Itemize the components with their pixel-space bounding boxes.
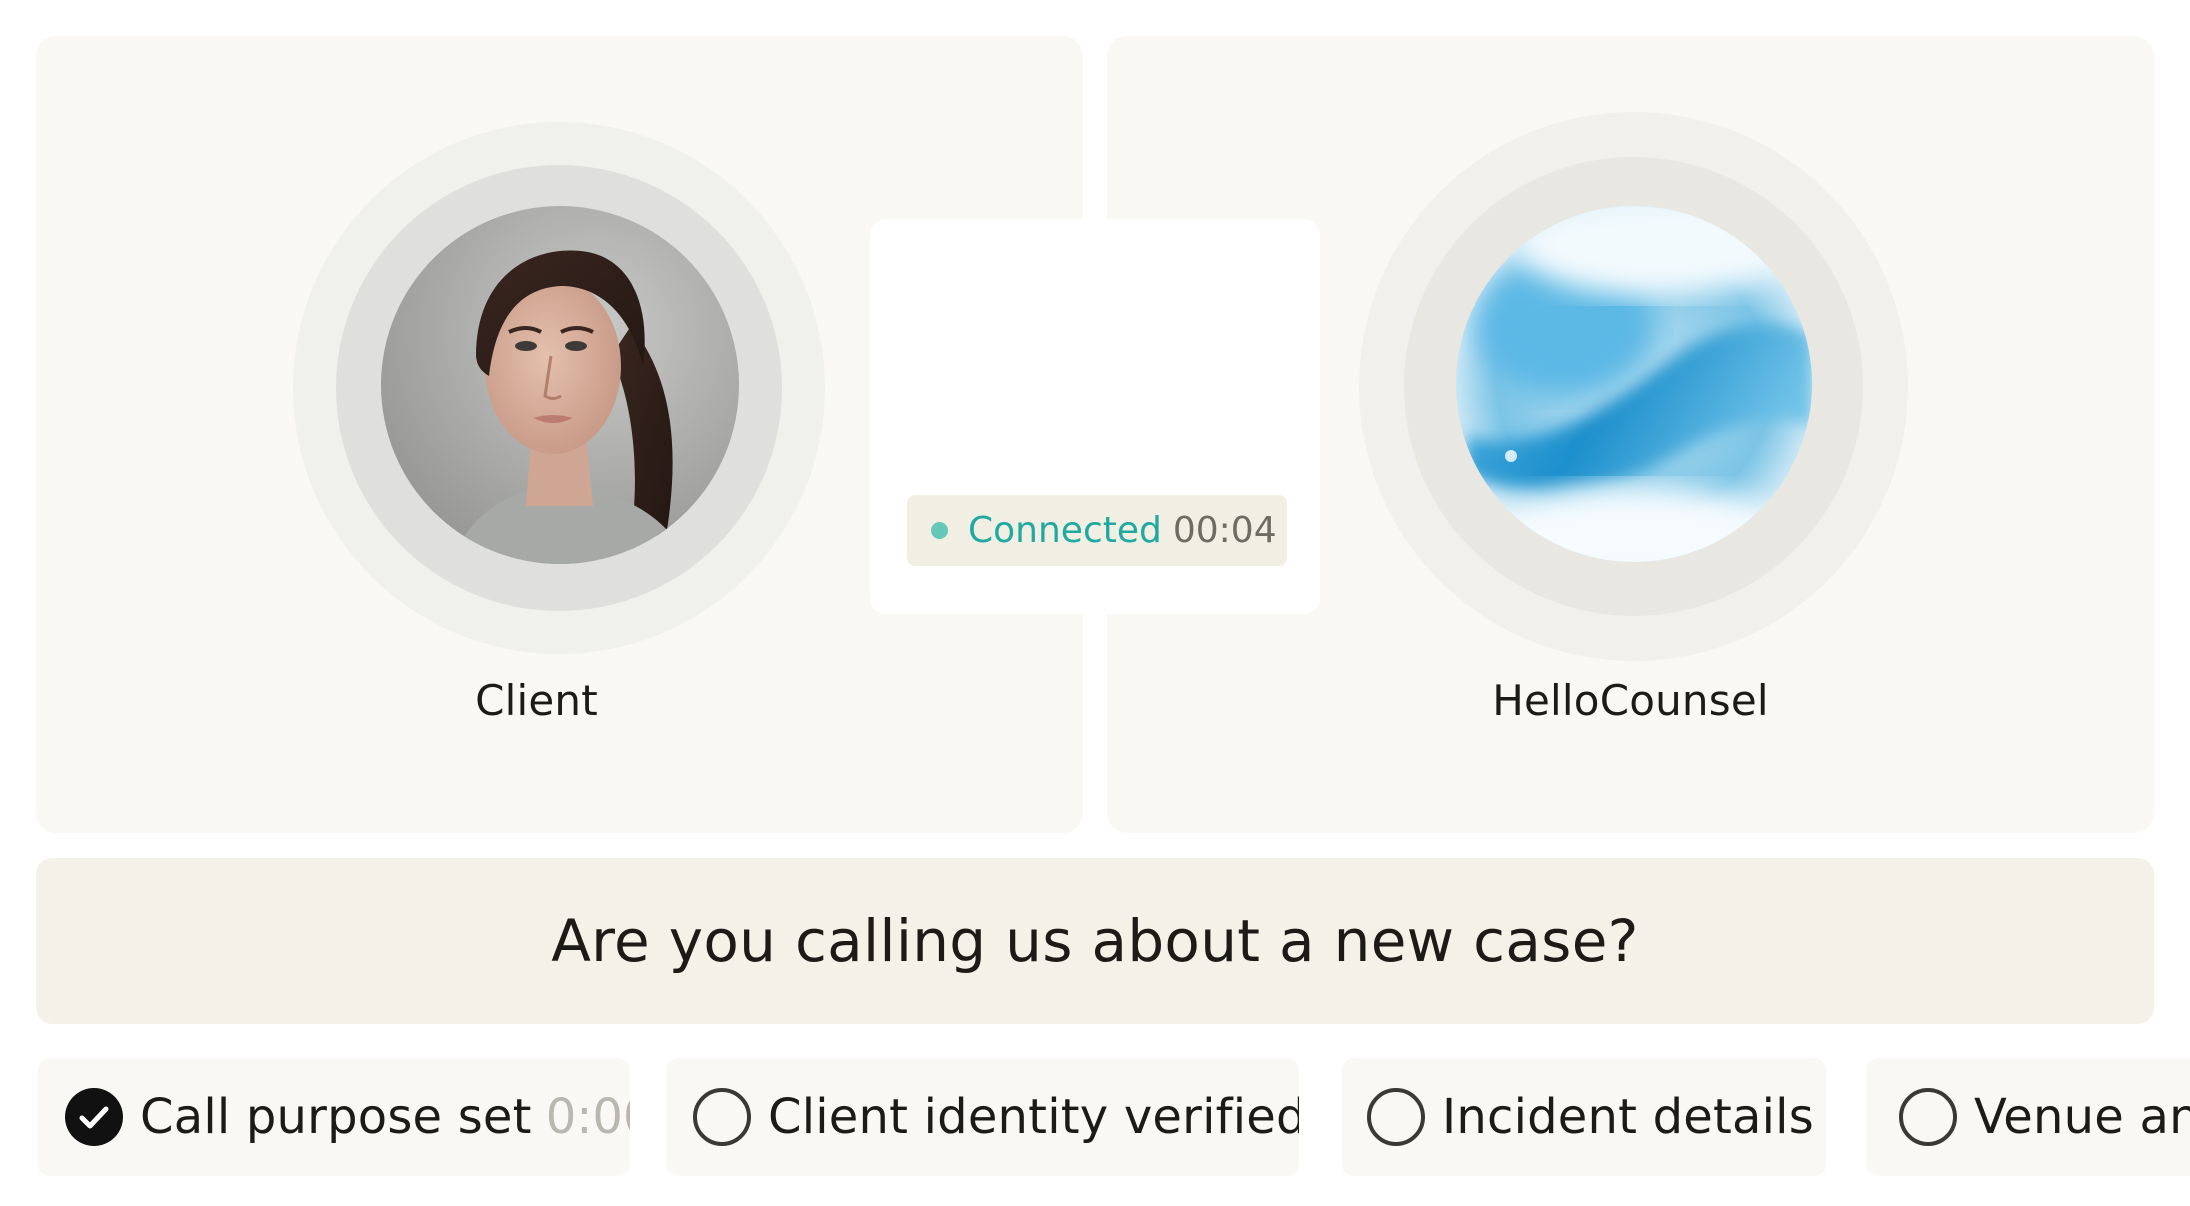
empty-circle-icon bbox=[1899, 1088, 1957, 1146]
connection-status-badge: Connected 00:04 bbox=[907, 495, 1287, 566]
check-circle-filled-icon bbox=[65, 1088, 123, 1146]
client-avatar bbox=[381, 206, 739, 564]
agent-name: HelloCounsel bbox=[1492, 676, 1769, 725]
checklist-item-client-identity[interactable]: Client identity verified bbox=[666, 1058, 1299, 1176]
status-dot-icon bbox=[931, 522, 948, 539]
empty-circle-icon bbox=[1367, 1088, 1425, 1146]
current-question-text: Are you calling us about a new case? bbox=[551, 907, 1639, 975]
connection-status-card: Connected 00:04 bbox=[870, 219, 1320, 614]
current-question-banner: Are you calling us about a new case? bbox=[36, 858, 2154, 1024]
checklist-item-venue[interactable]: Venue an bbox=[1866, 1058, 2190, 1176]
status-label: Connected bbox=[968, 510, 1162, 551]
checklist-item-label: Call purpose set bbox=[140, 1089, 532, 1145]
checklist-item-time: 0:00 bbox=[545, 1089, 630, 1145]
checklist-item-label: Venue an bbox=[1974, 1089, 2190, 1145]
empty-circle-icon bbox=[693, 1088, 751, 1146]
checklist-item-label: Client identity verified bbox=[768, 1089, 1299, 1145]
ai-orb-avatar bbox=[1456, 206, 1812, 562]
client-name: Client bbox=[475, 676, 598, 725]
checklist-item-incident-details[interactable]: Incident details bbox=[1342, 1058, 1826, 1176]
checklist-item-call-purpose[interactable]: Call purpose set 0:00 bbox=[38, 1058, 630, 1176]
call-screen: Client HelloCounsel Connected 00:04 Are … bbox=[0, 0, 2190, 1206]
call-timer: 00:04 bbox=[1172, 510, 1277, 551]
checklist-item-label: Incident details bbox=[1442, 1089, 1814, 1145]
